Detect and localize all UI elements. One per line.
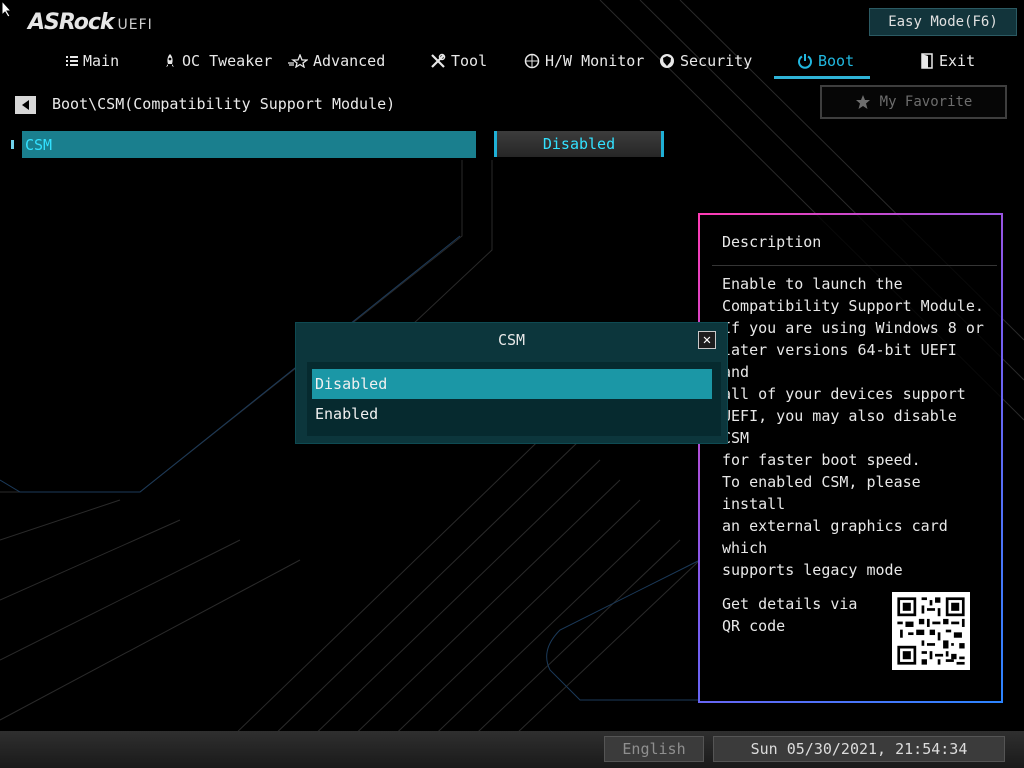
tab-label: Boot xyxy=(818,52,855,70)
power-icon xyxy=(798,54,812,69)
main-nav: Main OC Tweaker Advanced Tool H/W Monito… xyxy=(0,44,1024,80)
easy-mode-button[interactable]: Easy Mode(F6) xyxy=(869,8,1017,36)
tab-main[interactable]: Main xyxy=(66,44,119,78)
qr-code-icon xyxy=(892,592,970,670)
asrock-logo: ASRock UEFI xyxy=(28,10,153,36)
star-icon xyxy=(855,95,870,109)
divider xyxy=(712,265,997,266)
star-icon xyxy=(288,54,308,68)
tab-hw-monitor[interactable]: H/W Monitor xyxy=(524,44,644,78)
setting-value-csm[interactable]: Disabled xyxy=(494,131,664,157)
tab-label: H/W Monitor xyxy=(545,52,645,70)
description-title: Description xyxy=(722,233,822,251)
tab-label: Exit xyxy=(939,52,976,70)
my-favorite-label: My Favorite xyxy=(879,94,973,110)
logo-subtext: UEFI xyxy=(117,17,153,33)
tab-tool[interactable]: Tool xyxy=(430,44,487,78)
tab-label: Main xyxy=(83,52,120,70)
qr-label: Get details via QR code xyxy=(722,595,858,635)
tools-icon xyxy=(431,53,446,68)
tab-advanced[interactable]: Advanced xyxy=(288,44,385,78)
setting-label: CSM xyxy=(25,135,53,154)
tab-label: Security xyxy=(680,52,753,70)
logo-text: ASRock xyxy=(28,10,115,35)
description-panel: Description Enable to launch the Compati… xyxy=(698,213,1003,703)
close-icon[interactable]: ✕ xyxy=(698,331,716,349)
back-arrow-icon xyxy=(21,100,29,110)
tab-label: Advanced xyxy=(313,52,386,70)
list-icon xyxy=(66,56,78,66)
language-selector[interactable]: English xyxy=(604,736,704,762)
tab-label: OC Tweaker xyxy=(182,52,273,70)
my-favorite-button[interactable]: My Favorite xyxy=(820,85,1007,119)
rocket-icon xyxy=(166,54,174,67)
exit-door-icon xyxy=(921,53,933,69)
option-enabled[interactable]: Enabled xyxy=(307,399,721,429)
setting-row-csm[interactable]: CSM xyxy=(22,131,476,158)
csm-popup-dialog: CSM ✕ Disabled Enabled xyxy=(296,323,727,443)
tab-label: Tool xyxy=(451,52,488,70)
popup-option-list: Disabled Enabled xyxy=(307,362,721,436)
popup-title: CSM xyxy=(497,331,526,349)
tab-exit[interactable]: Exit xyxy=(920,44,975,78)
row-indicator xyxy=(11,140,14,149)
mouse-cursor-icon xyxy=(1,0,13,18)
breadcrumb: Boot\CSM(Compatibility Support Module) xyxy=(52,95,396,113)
tab-oc-tweaker[interactable]: OC Tweaker xyxy=(163,44,272,78)
option-disabled[interactable]: Disabled xyxy=(312,369,712,399)
datetime-display: Sun 05/30/2021, 21:54:34 xyxy=(713,736,1005,762)
description-text: Enable to launch the Compatibility Suppo… xyxy=(722,275,984,579)
monitor-icon xyxy=(524,53,540,69)
tab-boot[interactable]: Boot xyxy=(797,44,854,78)
back-button[interactable] xyxy=(15,96,36,114)
shield-icon xyxy=(660,54,674,68)
active-tab-indicator xyxy=(774,76,870,79)
tab-security[interactable]: Security xyxy=(659,44,752,78)
